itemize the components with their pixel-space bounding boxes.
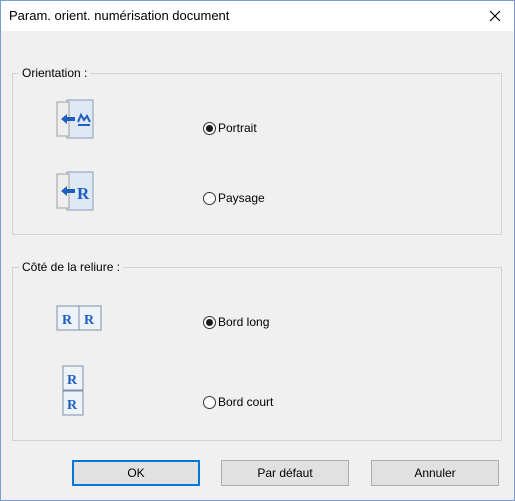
orientation-group: Orientation : Portrait R Paysage: [12, 66, 502, 235]
binding-side-group: Côté de la reliure : R R Bord long R R B…: [12, 260, 502, 441]
portrait-radio[interactable]: Portrait: [203, 121, 257, 135]
svg-text:R: R: [62, 313, 73, 328]
scan-orientation-dialog: Param. orient. numérisation document Ori…: [0, 0, 515, 501]
portrait-label: Portrait: [218, 121, 257, 135]
short-edge-binding-icon: R R: [62, 365, 86, 417]
close-button[interactable]: [482, 4, 508, 28]
svg-text:R: R: [84, 313, 95, 328]
landscape-radio-button[interactable]: [203, 191, 216, 205]
orientation-group-label: Orientation :: [19, 66, 91, 80]
default-button[interactable]: Par défaut: [221, 460, 349, 486]
short-edge-radio[interactable]: Bord court: [203, 395, 273, 409]
portrait-orientation-icon: [55, 98, 97, 140]
svg-text:R: R: [67, 373, 78, 388]
svg-text:R: R: [77, 184, 90, 203]
svg-text:R: R: [67, 398, 78, 413]
long-edge-binding-icon: R R: [56, 304, 104, 332]
title-bar: Param. orient. numérisation document: [1, 1, 514, 31]
close-icon: [489, 10, 501, 22]
landscape-radio[interactable]: Paysage: [203, 191, 265, 205]
long-edge-radio-button[interactable]: [203, 315, 216, 329]
cancel-button[interactable]: Annuler: [371, 460, 499, 486]
portrait-radio-button[interactable]: [203, 121, 216, 135]
landscape-orientation-icon: R: [55, 170, 97, 212]
ok-button[interactable]: OK: [72, 460, 200, 486]
binding-side-group-label: Côté de la reliure :: [19, 260, 124, 274]
long-edge-label: Bord long: [218, 315, 270, 329]
short-edge-label: Bord court: [218, 395, 274, 409]
long-edge-radio[interactable]: Bord long: [203, 315, 269, 329]
short-edge-radio-button[interactable]: [203, 395, 216, 409]
landscape-label: Paysage: [218, 191, 265, 205]
dialog-title: Param. orient. numérisation document: [9, 8, 230, 23]
